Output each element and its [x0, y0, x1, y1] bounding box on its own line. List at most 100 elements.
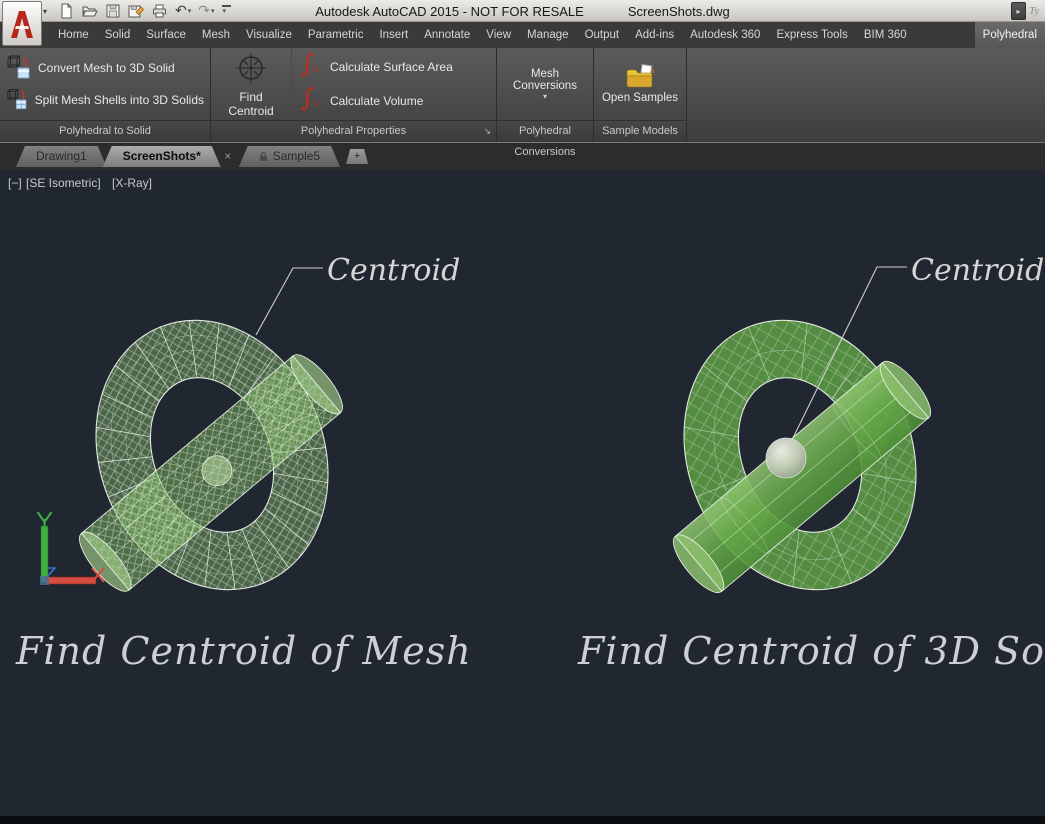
- autocad-a-icon: [7, 7, 37, 41]
- customize-toolbar-button[interactable]: ▾: [220, 1, 229, 21]
- viewport-minimize-control[interactable]: [−]: [8, 176, 22, 190]
- ribbon-item-label: Split Mesh Shells into 3D Solids: [35, 93, 204, 107]
- viewport[interactable]: [−] [SE Isometric] [X-Ray]: [0, 170, 1045, 824]
- split-mesh-icon: [6, 87, 29, 113]
- find-centroid-icon: [233, 51, 269, 87]
- document-name: ScreenShots.dwg: [628, 4, 730, 19]
- save-button[interactable]: [103, 1, 123, 21]
- integral-volume-icon: ∫v: [296, 88, 324, 114]
- save-icon: [105, 3, 121, 19]
- centroid-label: Centroid: [911, 253, 1044, 288]
- infocenter-search-text[interactable]: Ty: [1029, 5, 1044, 17]
- panel-label-polyhedral-conversions[interactable]: Polyhedral Conversions: [497, 120, 593, 142]
- lock-icon: [259, 151, 268, 162]
- infocenter-search: ▸ Ty: [1011, 2, 1044, 20]
- ribbon-tab-home[interactable]: Home: [50, 22, 97, 48]
- mesh-conversions-dropdown[interactable]: Mesh Conversions ▾: [497, 48, 593, 120]
- canvas-bottom-edge: [0, 816, 1045, 824]
- integral-area-icon: ∫s: [296, 54, 324, 80]
- undo-button[interactable]: ↶ ▾: [173, 1, 193, 21]
- convert-mesh-icon: [6, 55, 32, 81]
- save-as-icon: [128, 3, 144, 19]
- panel-dialog-launcher-icon[interactable]: ↘: [483, 121, 491, 142]
- ribbon-tab-addins[interactable]: Add-ins: [627, 22, 682, 48]
- ribbon-item-label: Convert Mesh to 3D Solid: [38, 61, 175, 75]
- open-samples-button[interactable]: Open Samples: [594, 48, 686, 120]
- panel-label-polyhedral-to-solid[interactable]: Polyhedral to Solid: [0, 120, 210, 142]
- drawing-tab-sample5[interactable]: Sample5: [239, 146, 340, 167]
- app-title: Autodesk AutoCAD 2015 - NOT FOR RESALE: [315, 4, 584, 19]
- drawing-tab-screenshots[interactable]: ScreenShots*: [103, 146, 221, 167]
- centroid-label: Centroid: [327, 253, 460, 288]
- ribbon-tab-view[interactable]: View: [478, 22, 519, 48]
- centroid-sphere[interactable]: [766, 438, 806, 478]
- ribbon-tab-visualize[interactable]: Visualize: [238, 22, 300, 48]
- caption-mesh[interactable]: Find Centroid of Mesh: [15, 629, 472, 673]
- ribbon-tab-autodesk360[interactable]: Autodesk 360: [682, 22, 768, 48]
- convert-mesh-to-3d-solid-button[interactable]: Convert Mesh to 3D Solid: [2, 53, 208, 83]
- ribbon-tab-annotate[interactable]: Annotate: [416, 22, 478, 48]
- open-folder-icon: [81, 3, 98, 19]
- ribbon-tab-express-tools[interactable]: Express Tools: [768, 22, 855, 48]
- ribbon-item-label: Open Samples: [602, 92, 678, 104]
- calculate-surface-area-button[interactable]: ∫s Calculate Surface Area: [292, 52, 496, 82]
- ribbon-tab-bar: Home Solid Surface Mesh Visualize Parame…: [0, 22, 1045, 48]
- ribbon-tab-manage[interactable]: Manage: [519, 22, 577, 48]
- infocenter-arrow-icon[interactable]: ▸: [1011, 2, 1026, 20]
- caption-solid[interactable]: Find Centroid of 3D Solid: [577, 629, 1045, 673]
- ribbon-tab-bim360[interactable]: BIM 360: [856, 22, 915, 48]
- customize-caret-icon: ▾: [223, 7, 227, 15]
- redo-button[interactable]: ↷ ▾: [196, 1, 216, 21]
- new-drawing-tab-button[interactable]: +: [346, 149, 368, 164]
- viewport-visual-style-control[interactable]: [X-Ray]: [112, 176, 152, 190]
- ribbon-item-label: Find Centroid: [217, 90, 285, 118]
- undo-dropdown-caret: ▾: [188, 7, 192, 15]
- ribbon-tab-polyhedral[interactable]: Polyhedral: [975, 22, 1045, 48]
- printer-icon: [151, 3, 168, 19]
- new-file-button[interactable]: [56, 1, 76, 21]
- split-mesh-shells-button[interactable]: Split Mesh Shells into 3D Solids: [2, 85, 208, 115]
- ribbon-tab-surface[interactable]: Surface: [138, 22, 194, 48]
- autocad-logo-button[interactable]: [2, 1, 42, 46]
- ucs-x-axis: [46, 577, 96, 584]
- drawing-tab-drawing1[interactable]: Drawing1: [16, 146, 107, 167]
- viewport-view-control[interactable]: [SE Isometric]: [26, 176, 101, 190]
- ribbon: Convert Mesh to 3D Solid Split Mesh Shel…: [0, 48, 1045, 143]
- panel-sample-models: Open Samples Sample Models: [593, 48, 686, 142]
- ucs-y-label: [38, 512, 52, 526]
- drawing-canvas[interactable]: [−] [SE Isometric] [X-Ray]: [0, 170, 1045, 824]
- quick-access-toolbar: ↶ ▾ ↷ ▾ ▾: [56, 0, 228, 22]
- ribbon-empty-area: [686, 48, 1045, 142]
- ribbon-item-label: Calculate Surface Area: [330, 60, 453, 74]
- ribbon-tab-solid[interactable]: Solid: [97, 22, 139, 48]
- customize-bar-icon: [222, 5, 231, 7]
- close-tab-icon[interactable]: ×: [219, 146, 237, 167]
- panel-polyhedral-conversions: Mesh Conversions ▾ Polyhedral Conversion…: [496, 48, 593, 142]
- solid-model[interactable]: [644, 285, 955, 625]
- ribbon-item-label: Calculate Volume: [330, 94, 423, 108]
- calculate-volume-button[interactable]: ∫v Calculate Volume: [292, 86, 496, 116]
- redo-icon: ↷: [198, 4, 210, 18]
- ribbon-tab-mesh[interactable]: Mesh: [194, 22, 238, 48]
- ucs-origin: [40, 576, 49, 585]
- open-samples-folder-icon: [625, 64, 655, 90]
- autocad-window: ▾: [0, 0, 1045, 824]
- panel-polyhedral-to-solid: Convert Mesh to 3D Solid Split Mesh Shel…: [0, 48, 210, 142]
- ribbon-tab-output[interactable]: Output: [577, 22, 628, 48]
- ribbon-item-label: Mesh Conversions: [503, 68, 587, 92]
- panel-label-sample-models[interactable]: Sample Models: [594, 120, 686, 142]
- plot-button[interactable]: [149, 1, 170, 21]
- ribbon-tab-insert[interactable]: Insert: [371, 22, 416, 48]
- undo-icon: ↶: [175, 4, 187, 18]
- logo-dropdown-caret[interactable]: ▾: [43, 7, 47, 16]
- save-as-button[interactable]: [126, 1, 146, 21]
- centroid-annotation-left[interactable]: Centroid: [256, 253, 460, 335]
- ribbon-tab-parametric[interactable]: Parametric: [300, 22, 372, 48]
- find-centroid-button[interactable]: Find Centroid: [211, 48, 291, 120]
- ucs-y-axis: [41, 526, 48, 582]
- centroid-leader-line: [256, 268, 323, 335]
- open-file-button[interactable]: [79, 1, 100, 21]
- title-bar: ▾: [0, 0, 1045, 22]
- panel-label-polyhedral-properties[interactable]: Polyhedral Properties ↘: [211, 120, 496, 142]
- mesh-model[interactable]: [56, 285, 367, 625]
